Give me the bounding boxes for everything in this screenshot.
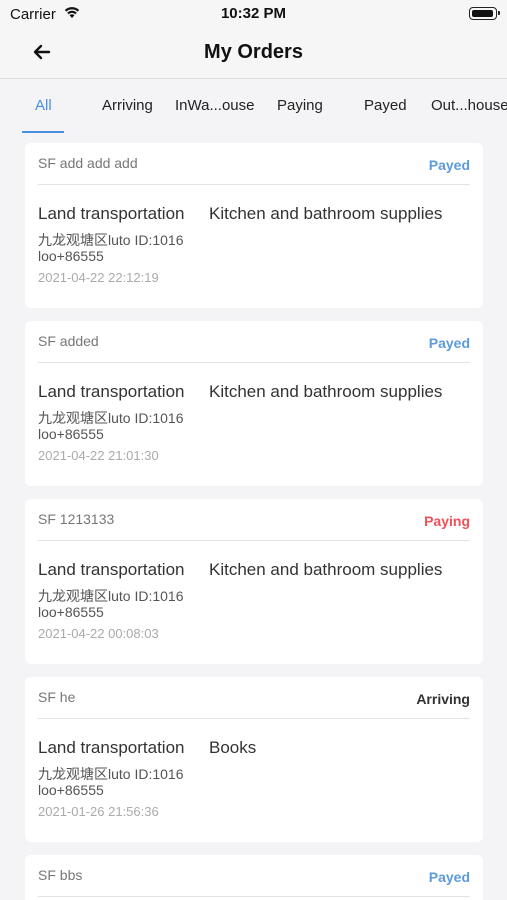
active-tab-indicator bbox=[22, 131, 64, 133]
address: 九龙观塘区luto ID:1016 bbox=[38, 410, 184, 426]
transport-type: Land transportation bbox=[38, 382, 185, 401]
address: 九龙观塘区luto ID:1016 bbox=[38, 766, 184, 782]
address: 九龙观塘区luto ID:1016 bbox=[38, 588, 184, 604]
transport-type: Land transportation bbox=[38, 204, 185, 223]
order-status: Paying bbox=[424, 513, 470, 529]
order-number: SF he bbox=[38, 689, 76, 705]
address: 九龙观塘区luto ID:1016 bbox=[38, 232, 184, 248]
navigation-bar: My Orders bbox=[0, 30, 507, 79]
order-number: SF bbs bbox=[38, 867, 83, 883]
tab-paying[interactable]: Paying bbox=[277, 80, 323, 134]
tab-payed[interactable]: Payed bbox=[364, 80, 407, 134]
divider bbox=[38, 718, 470, 719]
goods-category: Kitchen and bathroom supplies bbox=[209, 204, 443, 223]
order-card[interactable]: SF bbs Payed bbox=[25, 855, 483, 900]
order-card[interactable]: SF 1213133 Paying Land transportation Ki… bbox=[25, 499, 483, 664]
order-number: SF added bbox=[38, 333, 99, 349]
goods-category: Kitchen and bathroom supplies bbox=[209, 560, 443, 579]
clock: 10:32 PM bbox=[220, 5, 287, 22]
order-time: 2021-04-22 00:08:03 bbox=[38, 626, 159, 641]
status-bar: Carrier 10:32 PM bbox=[0, 0, 507, 30]
order-number: SF 1213133 bbox=[38, 511, 115, 527]
order-card[interactable]: SF he Arriving Land transportation Books… bbox=[25, 677, 483, 842]
order-status: Payed bbox=[428, 157, 470, 173]
order-status: Payed bbox=[428, 869, 470, 885]
divider bbox=[38, 896, 470, 897]
order-time: 2021-04-22 21:01:30 bbox=[38, 448, 159, 463]
transport-type: Land transportation bbox=[38, 560, 185, 579]
tab-arriving[interactable]: Arriving bbox=[102, 80, 153, 134]
order-status: Payed bbox=[428, 335, 470, 351]
order-time: 2021-04-22 22:12:19 bbox=[38, 270, 159, 285]
goods-category: Books bbox=[209, 738, 257, 757]
divider bbox=[38, 362, 470, 363]
order-card[interactable]: SF added Payed Land transportation Kitch… bbox=[25, 321, 483, 486]
tab-out-of-warehouse[interactable]: Out...house bbox=[431, 80, 507, 134]
transport-type: Land transportation bbox=[38, 738, 185, 757]
phone: loo+86555 bbox=[38, 248, 104, 264]
goods-category: Kitchen and bathroom supplies bbox=[209, 382, 443, 401]
phone: loo+86555 bbox=[38, 604, 104, 620]
order-status: Arriving bbox=[416, 691, 470, 707]
order-card[interactable]: SF add add add Payed Land transportation… bbox=[25, 143, 483, 308]
phone: loo+86555 bbox=[38, 782, 104, 798]
tab-all[interactable]: All bbox=[35, 80, 52, 134]
order-filter-tabs: All Arriving InWa...ouse Paying Payed Ou… bbox=[0, 80, 507, 134]
tab-in-warehouse[interactable]: InWa...ouse bbox=[175, 80, 254, 134]
order-number: SF add add add bbox=[38, 155, 138, 171]
phone: loo+86555 bbox=[38, 426, 104, 442]
order-time: 2021-01-26 21:56:36 bbox=[38, 804, 159, 819]
page-title: My Orders bbox=[204, 41, 303, 63]
divider bbox=[38, 184, 470, 185]
divider bbox=[38, 540, 470, 541]
battery-icon bbox=[469, 7, 500, 20]
